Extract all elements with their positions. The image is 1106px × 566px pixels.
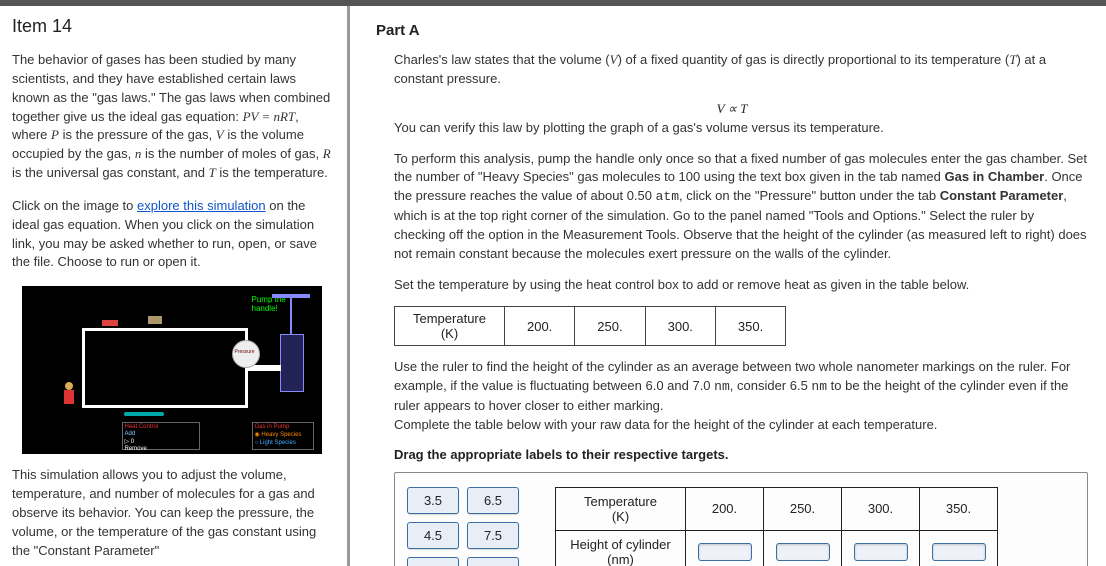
temp-cell: 300. (645, 307, 715, 346)
ruler-paragraph: Use the ruler to find the height of the … (394, 358, 1088, 434)
drop-target[interactable] (932, 543, 986, 561)
simulation-thumbnail[interactable]: Pump the handle! Heat Control Add ▷ 0 Re… (22, 286, 322, 454)
drag-label[interactable]: 6.5 (467, 487, 519, 514)
pressure-gauge-icon (232, 340, 260, 368)
target-row-header: Height of cylinder (nm) (556, 530, 686, 566)
left-pane: Item 14 The behavior of gases has been s… (0, 6, 350, 566)
intro-paragraph: The behavior of gases has been studied b… (12, 51, 331, 183)
drag-label[interactable]: 4.5 (407, 522, 459, 549)
click-paragraph: Click on the image to explore this simul… (12, 197, 331, 272)
chamber-top-icon (148, 316, 162, 324)
sim-description: This simulation allows you to adjust the… (12, 466, 331, 560)
drag-label[interactable]: 5.5 (407, 557, 459, 566)
temperature-table: Temperature (K) 200. 250. 300. 350. (394, 306, 786, 346)
labels-pool: 3.5 6.5 4.5 7.5 5.5 8.5 (407, 487, 519, 566)
temp-cell: 200. (504, 307, 574, 346)
pump-body-icon (280, 334, 304, 392)
pump-handle-icon (290, 296, 292, 336)
instructions-paragraph: To perform this analysis, pump the handl… (394, 150, 1088, 264)
target-temp-cell: 350. (920, 487, 998, 530)
drag-instruction: Drag the appropriate labels to their res… (394, 447, 1088, 462)
charles-law-statement: Charles's law states that the volume (V)… (394, 51, 1088, 89)
temp-header-cell: Temperature (K) (395, 307, 505, 346)
explore-simulation-link[interactable]: explore this simulation (137, 198, 266, 213)
gas-chamber-icon (82, 328, 248, 408)
drag-drop-area: 3.5 6.5 4.5 7.5 5.5 8.5 Temperature (K) … (394, 472, 1088, 566)
valve-icon (102, 320, 118, 326)
target-table: Temperature (K) 200. 250. 300. 350. Heig… (555, 487, 998, 566)
pump-label: Pump the handle! (252, 296, 286, 314)
item-title: Item 14 (12, 16, 331, 37)
gas-species-panel: Gas in Pump ◉ Heavy Species ○ Light Spec… (252, 422, 314, 450)
verify-paragraph: You can verify this law by plotting the … (394, 119, 1088, 138)
target-row-header: Temperature (K) (556, 487, 686, 530)
right-pane: Part A Charles's law states that the vol… (350, 6, 1106, 566)
target-temp-cell: 250. (764, 487, 842, 530)
heat-control-panel: Heat Control Add ▷ 0 Remove (122, 422, 200, 450)
temp-cell: 250. (575, 307, 645, 346)
target-temp-cell: 300. (842, 487, 920, 530)
drag-label[interactable]: 8.5 (467, 557, 519, 566)
drag-label[interactable]: 7.5 (467, 522, 519, 549)
ideal-gas-equation: PV = nRT (243, 109, 296, 124)
drop-target[interactable] (854, 543, 908, 561)
temp-cell: 350. (715, 307, 785, 346)
drag-label[interactable]: 3.5 (407, 487, 459, 514)
platform-icon (124, 412, 164, 416)
set-temp-paragraph: Set the temperature by using the heat co… (394, 276, 1088, 295)
person-icon (62, 382, 76, 408)
part-title: Part A (376, 22, 1088, 39)
drop-target[interactable] (776, 543, 830, 561)
target-temp-cell: 200. (686, 487, 764, 530)
drop-target[interactable] (698, 543, 752, 561)
proportional-formula: V ∝ T (376, 101, 1088, 117)
